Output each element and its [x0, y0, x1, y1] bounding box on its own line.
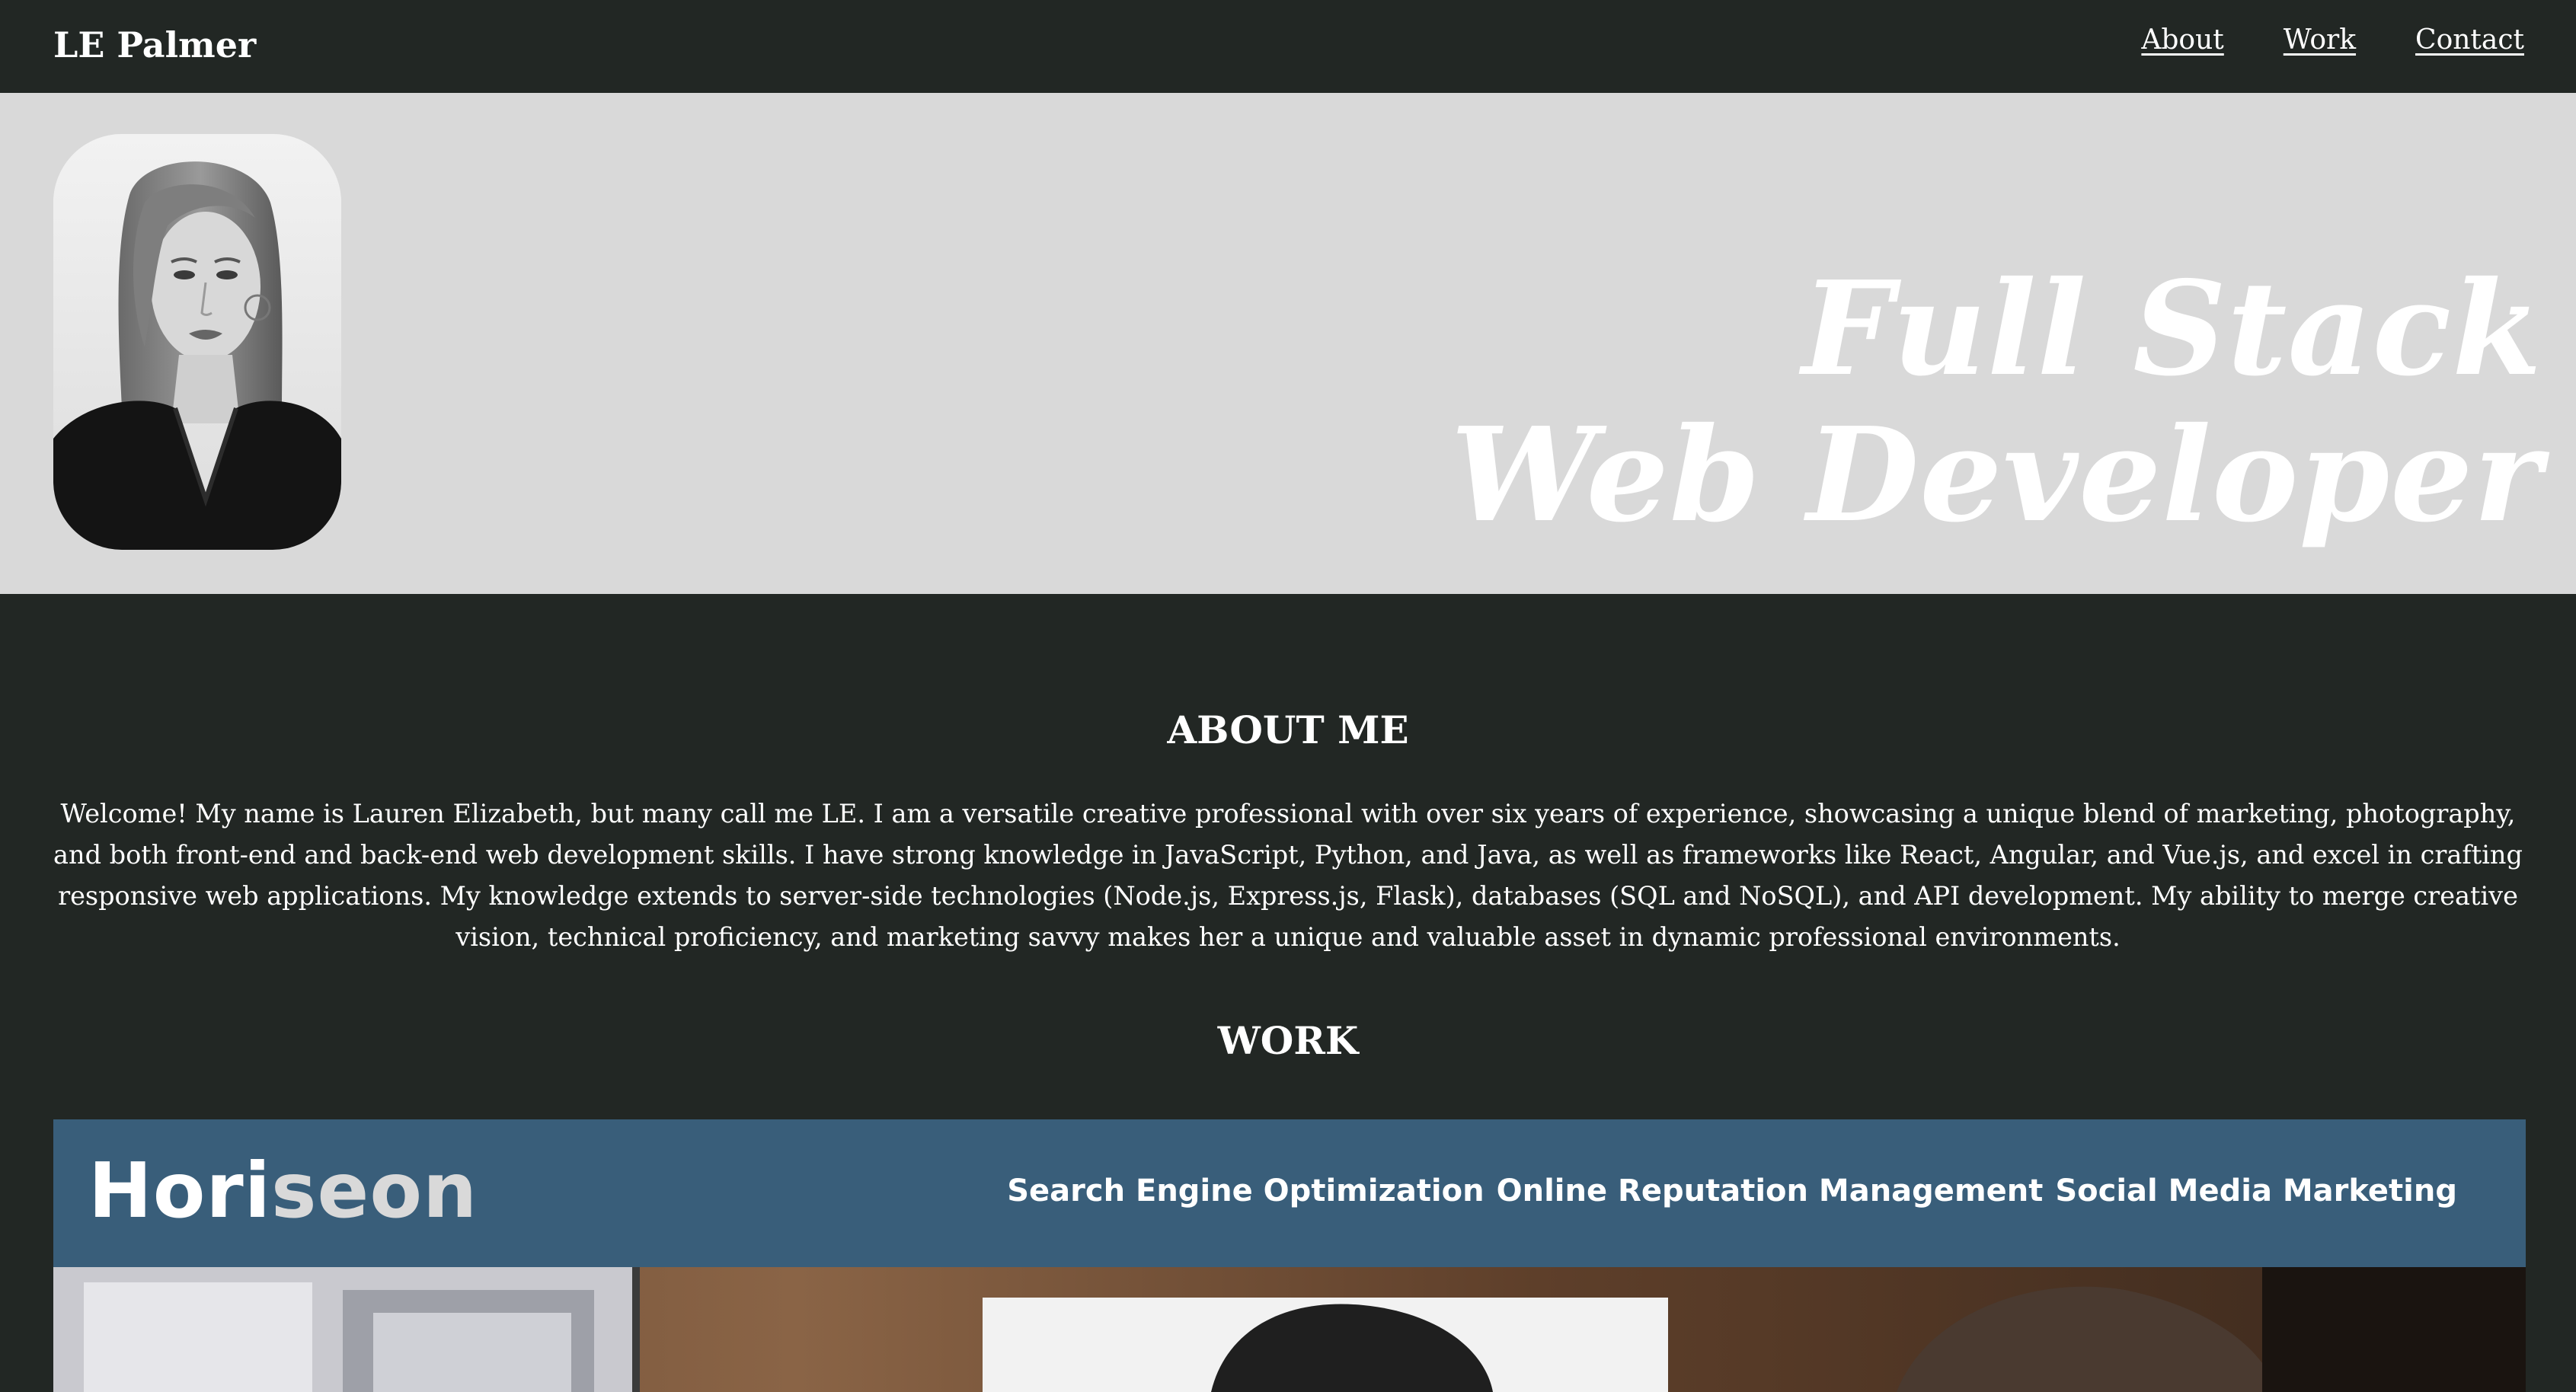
- project-logo-part-2: seon: [271, 1146, 478, 1235]
- hero-section: Full Stack Web Developer: [0, 93, 2576, 594]
- project-card-horiseon[interactable]: Horiseon Search Engine Optimization Onli…: [53, 1119, 2526, 1392]
- nav-link-about[interactable]: About: [2141, 21, 2223, 59]
- project-nav-smm: Social Media Marketing: [2055, 1173, 2457, 1208]
- hero-title: Full Stack Web Developer: [1451, 256, 2542, 548]
- main-nav: About Work Contact: [2141, 21, 2524, 59]
- portrait-photo-icon: [53, 134, 341, 550]
- nav-link-work[interactable]: Work: [2284, 21, 2356, 59]
- main-content: ABOUT ME Welcome! My name is Lauren Eliz…: [0, 594, 2576, 1392]
- about-heading: ABOUT ME: [1167, 707, 1409, 752]
- work-heading: WORK: [1217, 1018, 1359, 1063]
- project-nav: Search Engine Optimization Online Reputa…: [1007, 1170, 2457, 1212]
- hero-title-line-2: Web Developer: [1450, 398, 2542, 551]
- project-screenshot-header: Horiseon Search Engine Optimization Onli…: [53, 1119, 2526, 1267]
- site-brand[interactable]: LE Palmer: [53, 20, 256, 70]
- nav-link-contact[interactable]: Contact: [2415, 21, 2524, 59]
- project-photo-image: [53, 1267, 2526, 1392]
- profile-portrait: [53, 134, 341, 550]
- project-nav-orm: Online Reputation Management: [1496, 1173, 2044, 1208]
- project-logo: Horiseon: [88, 1145, 478, 1237]
- project-logo-part-1: Hori: [88, 1146, 271, 1235]
- site-header: LE Palmer About Work Contact: [0, 0, 2576, 93]
- hero-title-line-1: Full Stack: [1801, 252, 2542, 405]
- project-nav-seo: Search Engine Optimization: [1007, 1173, 1485, 1208]
- about-text: Welcome! My name is Lauren Elizabeth, bu…: [53, 799, 2523, 952]
